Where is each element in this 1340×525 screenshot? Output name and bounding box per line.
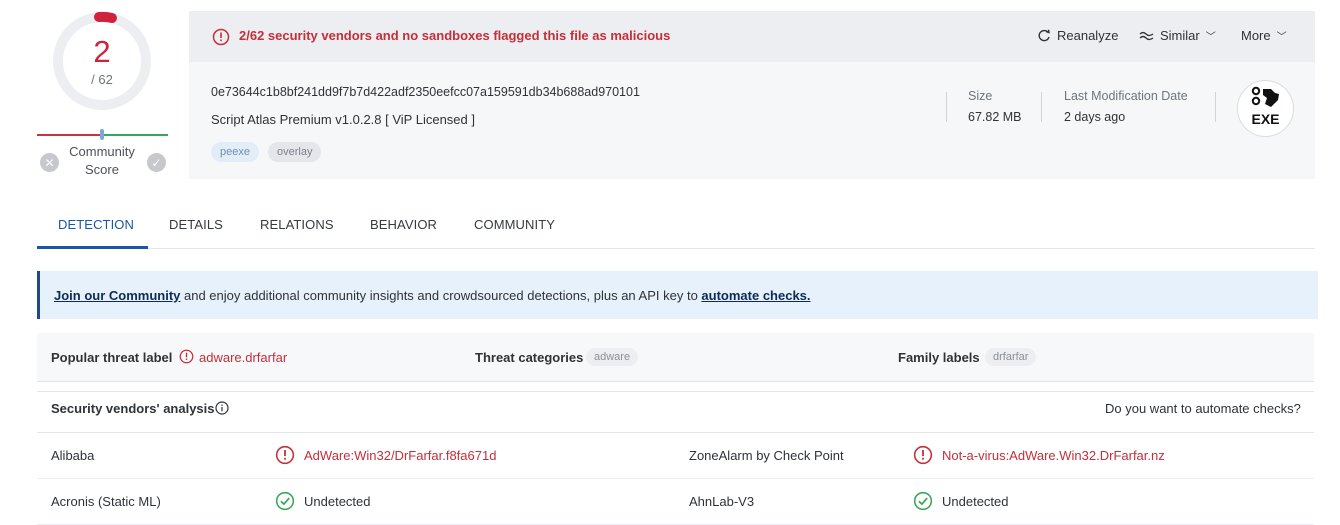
tab-detection[interactable]: DETECTION <box>58 217 134 232</box>
table-row <box>37 478 1314 525</box>
alert-circle-icon <box>913 445 933 465</box>
community-banner-text: Join our Community and enjoy additional … <box>54 288 811 303</box>
community-score-bar-positive <box>102 134 168 136</box>
family-label-pill[interactable]: drfarfar <box>985 348 1037 366</box>
divider <box>1215 92 1216 122</box>
vendor-name: Alibaba <box>51 448 95 463</box>
similar-icon <box>1139 31 1154 40</box>
community-score-bar-negative <box>37 134 102 136</box>
last-modification-label: Last Modification Date <box>1064 89 1188 103</box>
tab-relations[interactable]: RELATIONS <box>260 217 334 232</box>
file-type-badge: EXE <box>1237 80 1294 137</box>
join-community-link[interactable]: Join our Community <box>54 288 180 303</box>
check-circle-icon <box>913 491 933 511</box>
refresh-icon <box>1038 29 1050 41</box>
detection-total: / 62 <box>91 72 113 87</box>
vendor-name: Acronis (Static ML) <box>51 494 161 509</box>
popular-threat-value[interactable]: adware.drfarfar <box>199 350 287 365</box>
last-modification-value: 2 days ago <box>1064 110 1126 124</box>
vote-harmless-button[interactable]: ✓ <box>147 153 166 172</box>
vendor-name: AhnLab-V3 <box>689 494 755 509</box>
similar-dropdown[interactable]: Similar ﹀ <box>1139 28 1216 43</box>
tab-behavior[interactable]: BEHAVIOR <box>370 217 437 232</box>
family-labels-label: Family labels <box>898 350 980 365</box>
chevron-down-icon: ﹀ <box>1205 32 1216 43</box>
size-label: Size <box>968 89 993 103</box>
vote-harmful-button[interactable]: ✕ <box>40 153 59 172</box>
detection-alert-text: 2/62 security vendors and no sandboxes f… <box>239 28 671 43</box>
detection-result: Undetected <box>304 494 371 509</box>
vendors-heading: Security vendors' analysis <box>51 401 215 416</box>
chevron-down-icon: ﹀ <box>1276 32 1287 43</box>
alert-circle-icon <box>212 28 230 46</box>
alert-circle-icon <box>179 349 194 364</box>
automate-checks-link[interactable]: automate checks. <box>701 288 810 303</box>
file-type-label: EXE <box>1251 111 1280 127</box>
community-score-marker <box>100 129 104 140</box>
tag-overlay[interactable]: overlay <box>268 142 322 162</box>
check-circle-icon <box>275 491 295 511</box>
info-icon[interactable] <box>215 401 229 415</box>
divider <box>946 92 947 122</box>
detection-result: Undetected <box>942 494 1009 509</box>
tab-divider <box>37 248 1315 249</box>
tag-peexe[interactable]: peexe <box>211 142 259 162</box>
file-type-exe-icon <box>1251 86 1279 107</box>
divider <box>1041 92 1042 122</box>
threat-category-pill[interactable]: adware <box>586 348 639 366</box>
threat-categories-label: Threat categories <box>475 350 584 365</box>
popular-threat-label: Popular threat label <box>51 350 173 365</box>
automate-checks-prompt[interactable]: Do you want to automate checks? <box>1105 401 1301 416</box>
detection-result: Not-a-virus:AdWare.Win32.DrFarfar.nz <box>942 448 1165 463</box>
reanalyze-button[interactable]: Reanalyze <box>1037 28 1118 43</box>
vendor-name: ZoneAlarm by Check Point <box>689 448 844 463</box>
alert-circle-icon <box>275 445 295 465</box>
detection-result: AdWare:Win32/DrFarfar.f8fa671d <box>304 448 497 463</box>
check-icon: ✓ <box>151 155 162 170</box>
tab-community[interactable]: COMMUNITY <box>474 217 555 232</box>
community-score-label: Community Score <box>69 144 135 177</box>
close-icon: ✕ <box>44 155 55 170</box>
more-dropdown[interactable]: More ﹀ <box>1241 28 1287 43</box>
tab-active-indicator <box>37 246 148 249</box>
tab-details[interactable]: DETAILS <box>169 217 223 232</box>
file-hash[interactable]: 0e73644c1b8bf241dd9f7b7d422adf2350eefcc0… <box>211 85 640 99</box>
size-value: 67.82 MB <box>968 110 1022 124</box>
detection-count: 2 <box>93 34 111 69</box>
file-name: Script Atlas Premium v1.0.2.8 [ ViP Lice… <box>211 112 475 127</box>
